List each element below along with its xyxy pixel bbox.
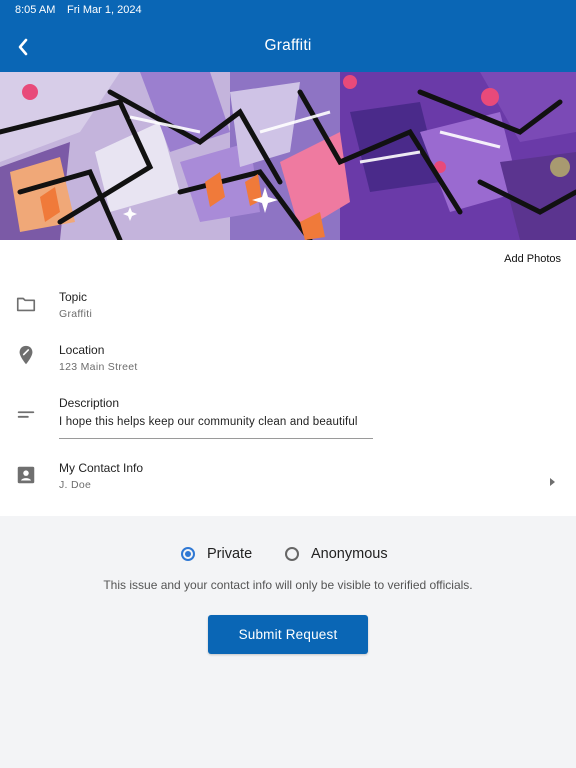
notes-icon — [17, 411, 35, 418]
location-row[interactable]: Location 123 Main Street — [0, 341, 576, 381]
status-bar: 8:05 AM Fri Mar 1, 2024 — [0, 0, 576, 22]
hero-image — [0, 72, 576, 240]
location-pin-icon — [19, 345, 33, 365]
location-label: Location — [59, 343, 105, 357]
contact-info-label: My Contact Info — [59, 461, 144, 475]
private-label: Private — [207, 546, 253, 562]
description-row: Description I hope this helps keep our c… — [0, 394, 576, 442]
status-time: 8:05 AM — [15, 4, 56, 16]
contact-info-value: J. Doe — [59, 479, 92, 491]
topic-value: Graffiti — [59, 308, 93, 320]
topic-label: Topic — [59, 290, 88, 304]
privacy-option-anonymous[interactable]: Anonymous — [285, 540, 388, 568]
topic-row[interactable]: Topic Graffiti — [0, 288, 576, 328]
contact-card-icon — [17, 466, 35, 484]
anonymous-radio[interactable] — [285, 547, 299, 561]
privacy-notice: This issue and your contact info will on… — [103, 578, 473, 592]
contact-info-row[interactable]: My Contact Info J. Doe — [0, 459, 576, 499]
folder-icon — [16, 297, 36, 312]
add-photos-button[interactable]: Add Photos — [504, 253, 561, 265]
page-title: Graffiti — [264, 37, 312, 54]
chevron-right-icon — [550, 478, 555, 486]
status-date: Fri Mar 1, 2024 — [67, 4, 142, 16]
privacy-option-private[interactable]: Private — [181, 540, 252, 568]
description-input[interactable]: I hope this helps keep our community cle… — [59, 416, 373, 439]
description-label: Description — [59, 396, 120, 410]
private-radio[interactable] — [181, 547, 195, 561]
location-value: 123 Main Street — [59, 361, 138, 373]
anonymous-label: Anonymous — [311, 546, 388, 562]
app-bar: Graffiti — [0, 22, 576, 72]
submit-request-button[interactable]: Submit Request — [208, 615, 368, 654]
request-form-card: Add Photos Topic Graffiti Location 123 M… — [0, 240, 576, 516]
